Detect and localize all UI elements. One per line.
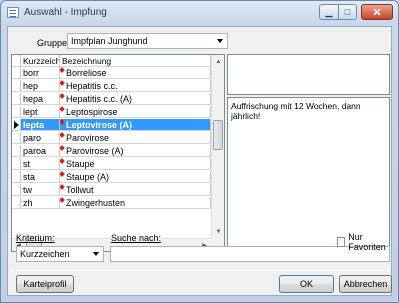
header-indicator — [12, 55, 21, 67]
cell-name-text: Hepatitis c.c. (A) — [66, 94, 133, 104]
table-row[interactable]: hepa Hepatitis c.c. (A) — [12, 93, 211, 105]
cell-name-text: Leptospirose — [66, 107, 118, 117]
cell-name-text: Leptovirose (A) — [66, 120, 133, 130]
cell-name-text: Staupe (A) — [66, 172, 110, 182]
note-text: Auffrischung mit 12 Wochen, dann jährlic… — [231, 101, 361, 121]
criterion-label-text: Kriterium: — [16, 233, 55, 243]
cell-name-text: Tollwut — [66, 185, 94, 195]
karteiprofil-button[interactable]: Karteiprofil — [16, 275, 74, 293]
table-row[interactable]: sta Staupe (A) — [12, 171, 211, 183]
search-label: Suche nach: — [111, 233, 161, 243]
criterion-select[interactable]: Kurzzeichen — [16, 246, 104, 262]
info-panel — [227, 54, 390, 95]
cell-name-text: Zwingerhusten — [66, 198, 126, 208]
criterion-label: Kriterium: — [16, 233, 55, 243]
chevron-down-icon — [217, 39, 223, 43]
cell-code: sta — [21, 171, 60, 183]
row-indicator — [12, 80, 21, 92]
window-title: Auswahl - Impfung — [24, 7, 107, 18]
cell-name: Parovirose (A) — [60, 145, 211, 157]
cell-name: Zwingerhusten — [60, 197, 211, 209]
cell-name-text: Staupe — [66, 159, 95, 169]
group-select-value: Impfplan Junghund — [71, 36, 148, 46]
cell-name-text: Parovirose — [66, 133, 110, 143]
cell-name: Staupe — [60, 158, 211, 170]
cell-code: paro — [21, 132, 60, 144]
separator — [11, 270, 390, 271]
vertical-scroll-thumb[interactable] — [213, 120, 223, 150]
dialog-body: Gruppe: Impfplan Junghund Kurzzeichen Be… — [7, 26, 392, 296]
cell-name: Leptovirose (A) — [60, 119, 211, 131]
cell-name-text: Hepatitis c.c. — [66, 81, 118, 91]
table-row[interactable]: lept Leptospirose — [12, 106, 211, 118]
cell-name: Parovirose — [60, 132, 211, 144]
group-select[interactable]: Impfplan Junghund — [67, 33, 228, 49]
table-row[interactable]: paro Parovirose — [12, 132, 211, 144]
criterion-select-value: Kurzzeichen — [20, 249, 70, 259]
list-icon — [7, 7, 19, 18]
favorites-checkbox[interactable] — [337, 237, 346, 247]
cell-code: hep — [21, 80, 60, 92]
row-indicator — [12, 119, 21, 131]
cell-code: paroa — [21, 145, 60, 157]
cell-name: Hepatitis c.c. — [60, 80, 211, 92]
row-indicator — [12, 158, 21, 170]
cell-name: Borreliose — [60, 67, 211, 79]
minimize-button[interactable]: ▁ — [319, 4, 339, 20]
scroll-up-icon[interactable]: ▲ — [212, 55, 224, 68]
chevron-down-icon — [93, 252, 99, 256]
vertical-scrollbar[interactable]: ▲ ▼ — [211, 55, 224, 238]
ok-button[interactable]: OK — [279, 275, 334, 293]
dialog-window: Auswahl - Impfung ▁ □ ✕ Gruppe: Impfplan… — [0, 0, 399, 303]
cancel-button[interactable]: Abbrechen — [339, 275, 392, 293]
cell-code: borr — [21, 67, 60, 79]
row-indicator — [12, 171, 21, 183]
cell-code: lept — [21, 106, 60, 118]
table-row[interactable]: borr Borreliose — [12, 67, 211, 79]
cell-name: Leptospirose — [60, 106, 211, 118]
cell-code: st — [21, 158, 60, 170]
current-row-icon — [14, 121, 19, 129]
cell-name: Hepatitis c.c. (A) — [60, 93, 211, 105]
close-button[interactable]: ✕ — [361, 4, 393, 20]
favorites-option[interactable]: Nur Favoriten — [337, 232, 391, 252]
maximize-icon: □ — [344, 7, 351, 17]
cell-name-text: Borreliose — [66, 68, 107, 78]
minimize-icon: ▁ — [325, 6, 333, 17]
cell-name-text: Parovirose (A) — [66, 146, 124, 156]
favorites-label: Nur Favoriten — [348, 232, 386, 252]
cell-name: Tollwut — [60, 184, 211, 196]
cell-code: hepa — [21, 93, 60, 105]
cell-code: lepta — [21, 119, 60, 131]
row-indicator — [12, 184, 21, 196]
title-bar[interactable]: Auswahl - Impfung ▁ □ ✕ — [1, 1, 398, 25]
column-header-name[interactable]: Bezeichnung — [60, 55, 211, 67]
row-indicator — [12, 145, 21, 157]
close-icon: ✕ — [372, 6, 382, 19]
table-header: Kurzzeichen Bezeichnung — [12, 55, 211, 67]
cell-code: zh — [21, 197, 60, 209]
row-indicator — [12, 132, 21, 144]
table-row[interactable]: st Staupe — [12, 158, 211, 170]
cell-code: tw — [21, 184, 60, 196]
vaccination-table: Kurzzeichen Bezeichnung borr Borreliose he… — [11, 54, 225, 252]
cell-name: Staupe (A) — [60, 171, 211, 183]
table-row[interactable]: paroa Parovirose (A) — [12, 145, 211, 157]
table-row[interactable]: hep Hepatitis c.c. — [12, 80, 211, 92]
column-header-code[interactable]: Kurzzeichen — [21, 55, 60, 67]
table-row[interactable]: tw Tollwut — [12, 184, 211, 196]
maximize-button[interactable]: □ — [338, 4, 357, 20]
row-indicator — [12, 93, 21, 105]
group-label: Gruppe: — [37, 38, 70, 48]
table-row[interactable]: zh Zwingerhusten — [12, 197, 211, 209]
row-indicator — [12, 197, 21, 209]
table-row[interactable]: lepta Leptovirose (A) — [12, 119, 211, 131]
row-indicator — [12, 106, 21, 118]
search-label-text: Suche nach: — [111, 233, 162, 243]
note-panel: Auffrischung mit 12 Wochen, dann jährlic… — [227, 97, 390, 252]
row-indicator — [12, 67, 21, 79]
scroll-down-icon[interactable]: ▼ — [212, 225, 224, 238]
